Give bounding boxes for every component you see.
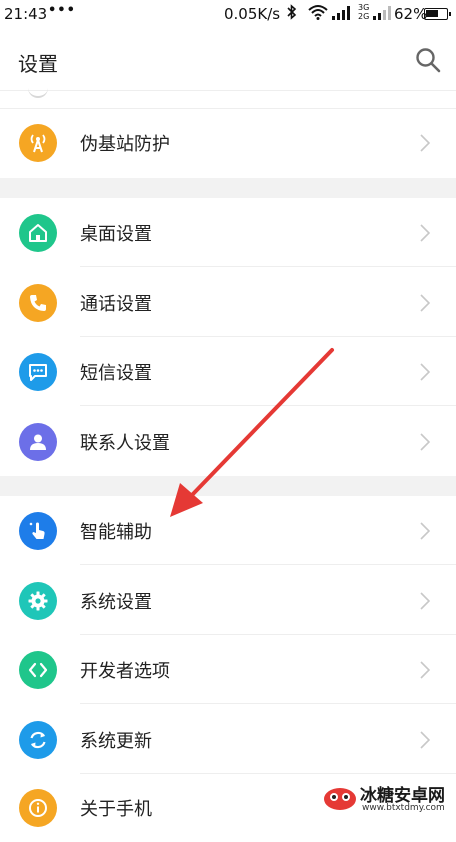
search-icon[interactable]: [414, 46, 442, 74]
contact-icon: [19, 423, 57, 461]
settings-item-label: 系统更新: [80, 731, 152, 752]
battery-icon: [424, 8, 451, 20]
watermark: 冰糖安卓网 www.btxtdmy.com: [322, 775, 456, 819]
wifi-icon: [308, 4, 328, 24]
settings-item-label: 智能辅助: [80, 522, 152, 543]
settings-item-system[interactable]: 系统设置: [0, 566, 456, 635]
info-icon: [19, 789, 57, 827]
settings-item-developer[interactable]: 开发者选项: [0, 635, 456, 704]
page-title: 设置: [18, 52, 58, 76]
fake-base-station-icon: [19, 124, 57, 162]
signal-icon: [332, 6, 352, 24]
status-bar: 21:43 ••• 0.05K/s 3G 2G 62%: [0, 0, 456, 28]
settings-item-contacts[interactable]: 联系人设置: [0, 407, 456, 476]
settings-item-sms[interactable]: 短信设置: [0, 337, 456, 406]
settings-item-smart-assist[interactable]: 智能辅助: [0, 496, 456, 565]
partial-list-item: [0, 90, 456, 109]
gear-icon: [19, 582, 57, 620]
network-type: 3G 2G: [358, 3, 370, 21]
app-header: 设置: [0, 28, 456, 91]
row-divider: [80, 266, 456, 267]
status-time: 21:43: [4, 5, 48, 23]
home-icon: [19, 214, 57, 252]
watermark-url: www.btxtdmy.com: [362, 803, 445, 813]
developer-icon: [19, 651, 57, 689]
smart-assist-icon: [19, 512, 57, 550]
battery-percent: 62%: [394, 5, 428, 23]
row-divider: [80, 405, 456, 406]
signal-2-icon: [373, 6, 391, 24]
bluetooth-icon: [286, 4, 298, 24]
settings-item-label: 伪基站防护: [80, 134, 170, 155]
chevron-right-icon: [420, 592, 431, 610]
network-speed: 0.05K/s: [224, 5, 281, 23]
settings-item-update[interactable]: 系统更新: [0, 705, 456, 774]
row-divider: [80, 564, 456, 565]
chevron-right-icon: [420, 433, 431, 451]
chevron-right-icon: [420, 294, 431, 312]
phone-icon: [19, 284, 57, 322]
settings-item-label: 桌面设置: [80, 224, 152, 245]
settings-item-label: 联系人设置: [80, 433, 170, 454]
section-divider: [0, 476, 456, 496]
watermark-logo-icon: [322, 779, 358, 815]
chevron-right-icon: [420, 363, 431, 381]
settings-item-label: 系统设置: [80, 592, 152, 613]
settings-item-label: 短信设置: [80, 363, 152, 384]
settings-item-fake-base-station[interactable]: 伪基站防护: [0, 108, 456, 177]
row-divider: [80, 703, 456, 704]
chevron-right-icon: [420, 522, 431, 540]
settings-item-label: 关于手机: [80, 799, 152, 820]
update-icon: [19, 721, 57, 759]
settings-item-label: 开发者选项: [80, 661, 170, 682]
notification-dots: •••: [48, 3, 76, 18]
section-divider: [0, 178, 456, 198]
chevron-right-icon: [420, 224, 431, 242]
chevron-right-icon: [420, 731, 431, 749]
message-icon: [19, 353, 57, 391]
settings-item-call[interactable]: 通话设置: [0, 268, 456, 337]
chevron-right-icon: [420, 134, 431, 152]
settings-item-label: 通话设置: [80, 294, 152, 315]
partial-icon: [28, 84, 48, 98]
settings-item-desktop[interactable]: 桌面设置: [0, 198, 456, 267]
chevron-right-icon: [420, 661, 431, 679]
